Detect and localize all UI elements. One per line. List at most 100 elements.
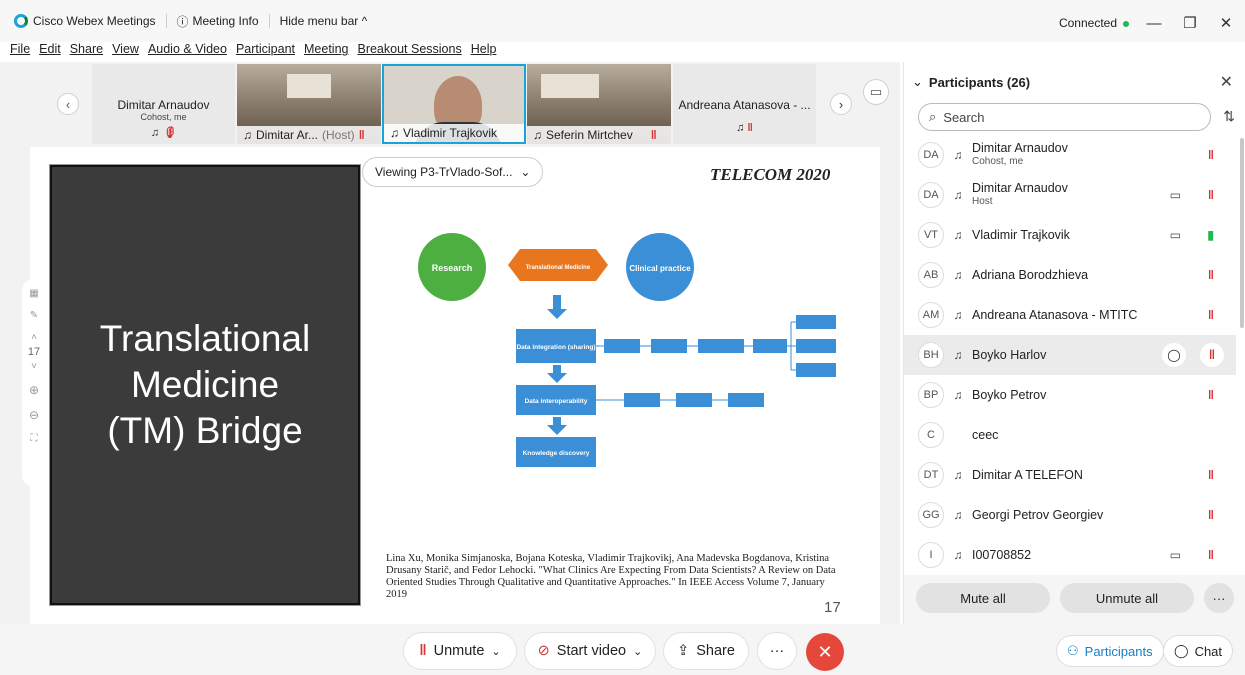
layout-toggle-button[interactable]: ▭ [863, 79, 889, 105]
menu-file[interactable]: File [10, 42, 30, 62]
hide-menu-bar-button[interactable]: Hide menu bar ^ [280, 14, 368, 28]
participant-row[interactable]: AB ♫ Adriana Borodzhieva ǁ [904, 255, 1236, 295]
mic-muted-icon[interactable]: ǁ [1208, 188, 1214, 202]
headset-icon: ♫ [953, 228, 963, 242]
video-tile[interactable]: ♫ Dimitar Ar... (Host) ǁ [237, 64, 381, 144]
menu-participant[interactable]: Participant [236, 42, 295, 62]
mic-active-icon[interactable]: ▮ [1207, 228, 1214, 242]
headset-icon: ♫ [953, 348, 963, 362]
participant-row[interactable]: Cceec [904, 415, 1236, 455]
mic-muted-icon[interactable]: ǁ [1200, 343, 1224, 367]
strip-prev-button[interactable]: ‹ [57, 93, 79, 115]
search-icon: ⌕ [929, 109, 937, 124]
participant-row[interactable]: GG ♫ Georgi Petrov Georgiev ǁ [904, 495, 1236, 535]
menu-view[interactable]: View [112, 42, 139, 62]
unmute-button[interactable]: ǁ Unmute ⌄ [404, 633, 516, 669]
mic-muted-icon: ǁ [747, 122, 753, 134]
headset-icon: ♫ [953, 308, 963, 322]
participant-card[interactable]: Andreana Atanasova - ... ♫ ǁ [673, 64, 816, 144]
chevron-down-icon[interactable]: ⌄ [633, 645, 642, 658]
mic-muted-icon[interactable]: ǁ [1208, 268, 1214, 282]
participant-card-role: Cohost, me [140, 112, 187, 122]
close-panel-icon[interactable]: ✕ [1220, 72, 1233, 92]
video-tile-active-speaker[interactable]: ♫ Vladimir Trajkovik [382, 64, 526, 144]
participants-toggle-button[interactable]: ⚇ Participants [1057, 636, 1163, 666]
mic-muted-icon[interactable]: ǁ [1208, 468, 1214, 482]
participant-row[interactable]: AM ♫ Andreana Atanasova - MTITC ǁ [904, 295, 1236, 335]
chevron-down-icon[interactable]: ⌄ [491, 645, 500, 658]
participants-panel: ⌄ Participants (26) ✕ ⌕ Search ⇅ DA ♫ Dimita… [903, 62, 1245, 624]
participant-row[interactable]: BH ♫ Boyko Harlov ◯ ǁ [904, 335, 1236, 375]
restore-icon[interactable]: ❐ [1179, 14, 1201, 32]
more-button[interactable]: ··· [758, 633, 796, 669]
menu-breakout-sessions[interactable]: Breakout Sessions [357, 42, 461, 62]
share-button[interactable]: ⇪ Share [664, 633, 748, 669]
headset-icon: ♫ [150, 127, 160, 139]
person-icon: ⚇ [1067, 643, 1079, 658]
participant-row[interactable]: DA ♫ Dimitar Arnaudov Cohost, me ǁ [904, 135, 1236, 175]
menu-meeting[interactable]: Meeting [304, 42, 348, 62]
research-label: Research [432, 263, 473, 273]
chevron-down-icon: ⌄ [520, 165, 531, 179]
menu-audio-video[interactable]: Audio & Video [148, 42, 227, 62]
title-bar: Cisco Webex Meetings ⓘ Meeting Info Hide… [0, 0, 1245, 42]
mic-muted-icon[interactable]: ǁ [1208, 308, 1214, 322]
discovery-label: Knowledge discovery [523, 450, 590, 457]
more-options-button[interactable]: ··· [1204, 583, 1234, 613]
minimize-icon[interactable]: — [1143, 15, 1165, 32]
headset-icon: ♫ [736, 122, 745, 134]
fit-screen-icon[interactable]: ⛶ [31, 433, 38, 444]
divider [165, 14, 167, 28]
chat-toggle-button[interactable]: ◯ Chat [1164, 636, 1233, 666]
headset-icon: ♫ [953, 188, 963, 202]
participant-name: Adriana Borodzhieva [972, 268, 1089, 282]
participant-row[interactable]: DT ♫ Dimitar A TELEFON ǁ [904, 455, 1236, 495]
mic-muted-icon[interactable]: ǁ [1208, 148, 1214, 162]
participant-name: Boyko Petrov [972, 388, 1047, 402]
avatar: AM [918, 302, 944, 328]
chat-icon[interactable]: ◯ [1162, 343, 1186, 367]
unmute-all-button[interactable]: Unmute all [1060, 583, 1194, 613]
page-up-icon[interactable]: ˄ [31, 332, 37, 343]
share-icon: ⇪ [677, 643, 690, 659]
start-video-button[interactable]: ⊘ Start video ⌄ [525, 633, 655, 669]
sort-icon[interactable]: ⇅ [1223, 108, 1235, 125]
mute-all-button[interactable]: Mute all [916, 583, 1050, 613]
interop-label: Data interoperability [525, 398, 588, 405]
meeting-info-button[interactable]: Meeting Info [193, 14, 259, 28]
participant-row[interactable]: DA ♫ Dimitar Arnaudov Host ▭ ǁ [904, 175, 1236, 215]
participant-row[interactable]: BP ♫ Boyko Petrov ǁ [904, 375, 1236, 415]
video-tile[interactable]: ♫ Seferin Mirtchev ǁ [527, 64, 671, 144]
participant-scrollbar[interactable] [1240, 138, 1244, 328]
participant-row[interactable]: VT ♫ Vladimir Trajkovik ▭ ▮ [904, 215, 1236, 255]
mic-muted-icon: ǁ [419, 643, 427, 659]
menu-share[interactable]: Share [70, 42, 103, 62]
participant-role: Cohost, me [972, 156, 1024, 167]
sub-box [796, 315, 836, 329]
zoom-out-icon[interactable]: ⊖ [29, 408, 39, 422]
mic-muted-icon[interactable]: ǁ [1208, 508, 1214, 522]
mic-muted-icon[interactable]: ǁ [1208, 388, 1214, 402]
annotate-icon[interactable]: ✎ [30, 310, 38, 321]
viewing-dropdown[interactable]: Viewing P3-TrVlado-Sof... ⌄ [362, 157, 544, 187]
avatar: BH [918, 342, 944, 368]
down-arrow [547, 365, 567, 383]
headset-icon: ♫ [953, 508, 963, 522]
menu-edit[interactable]: Edit [39, 42, 61, 62]
end-meeting-button[interactable]: ✕ [806, 633, 844, 671]
headset-icon: ♫ [533, 128, 542, 142]
close-icon[interactable]: ✕ [1215, 14, 1237, 32]
page-down-icon[interactable]: ˅ [31, 361, 37, 372]
mic-muted-icon[interactable]: ǁ [1208, 548, 1214, 562]
participant-card[interactable]: Dimitar Arnaudov Cohost, me ♫ 🎙︎ [92, 64, 235, 144]
menu-help[interactable]: Help [471, 42, 497, 62]
search-placeholder: Search [943, 109, 985, 125]
thumbnails-icon[interactable]: ▦ [29, 288, 38, 299]
zoom-in-icon[interactable]: ⊕ [29, 383, 39, 397]
headset-icon: ♫ [390, 126, 399, 140]
sub-box [676, 393, 712, 407]
collapse-chevron-icon[interactable]: ⌄ [912, 74, 923, 90]
participant-search-input[interactable]: ⌕ Search [918, 103, 1211, 131]
participant-row[interactable]: I ♫ I00708852 ▭ ǁ [904, 535, 1236, 575]
strip-next-button[interactable]: › [830, 93, 852, 115]
